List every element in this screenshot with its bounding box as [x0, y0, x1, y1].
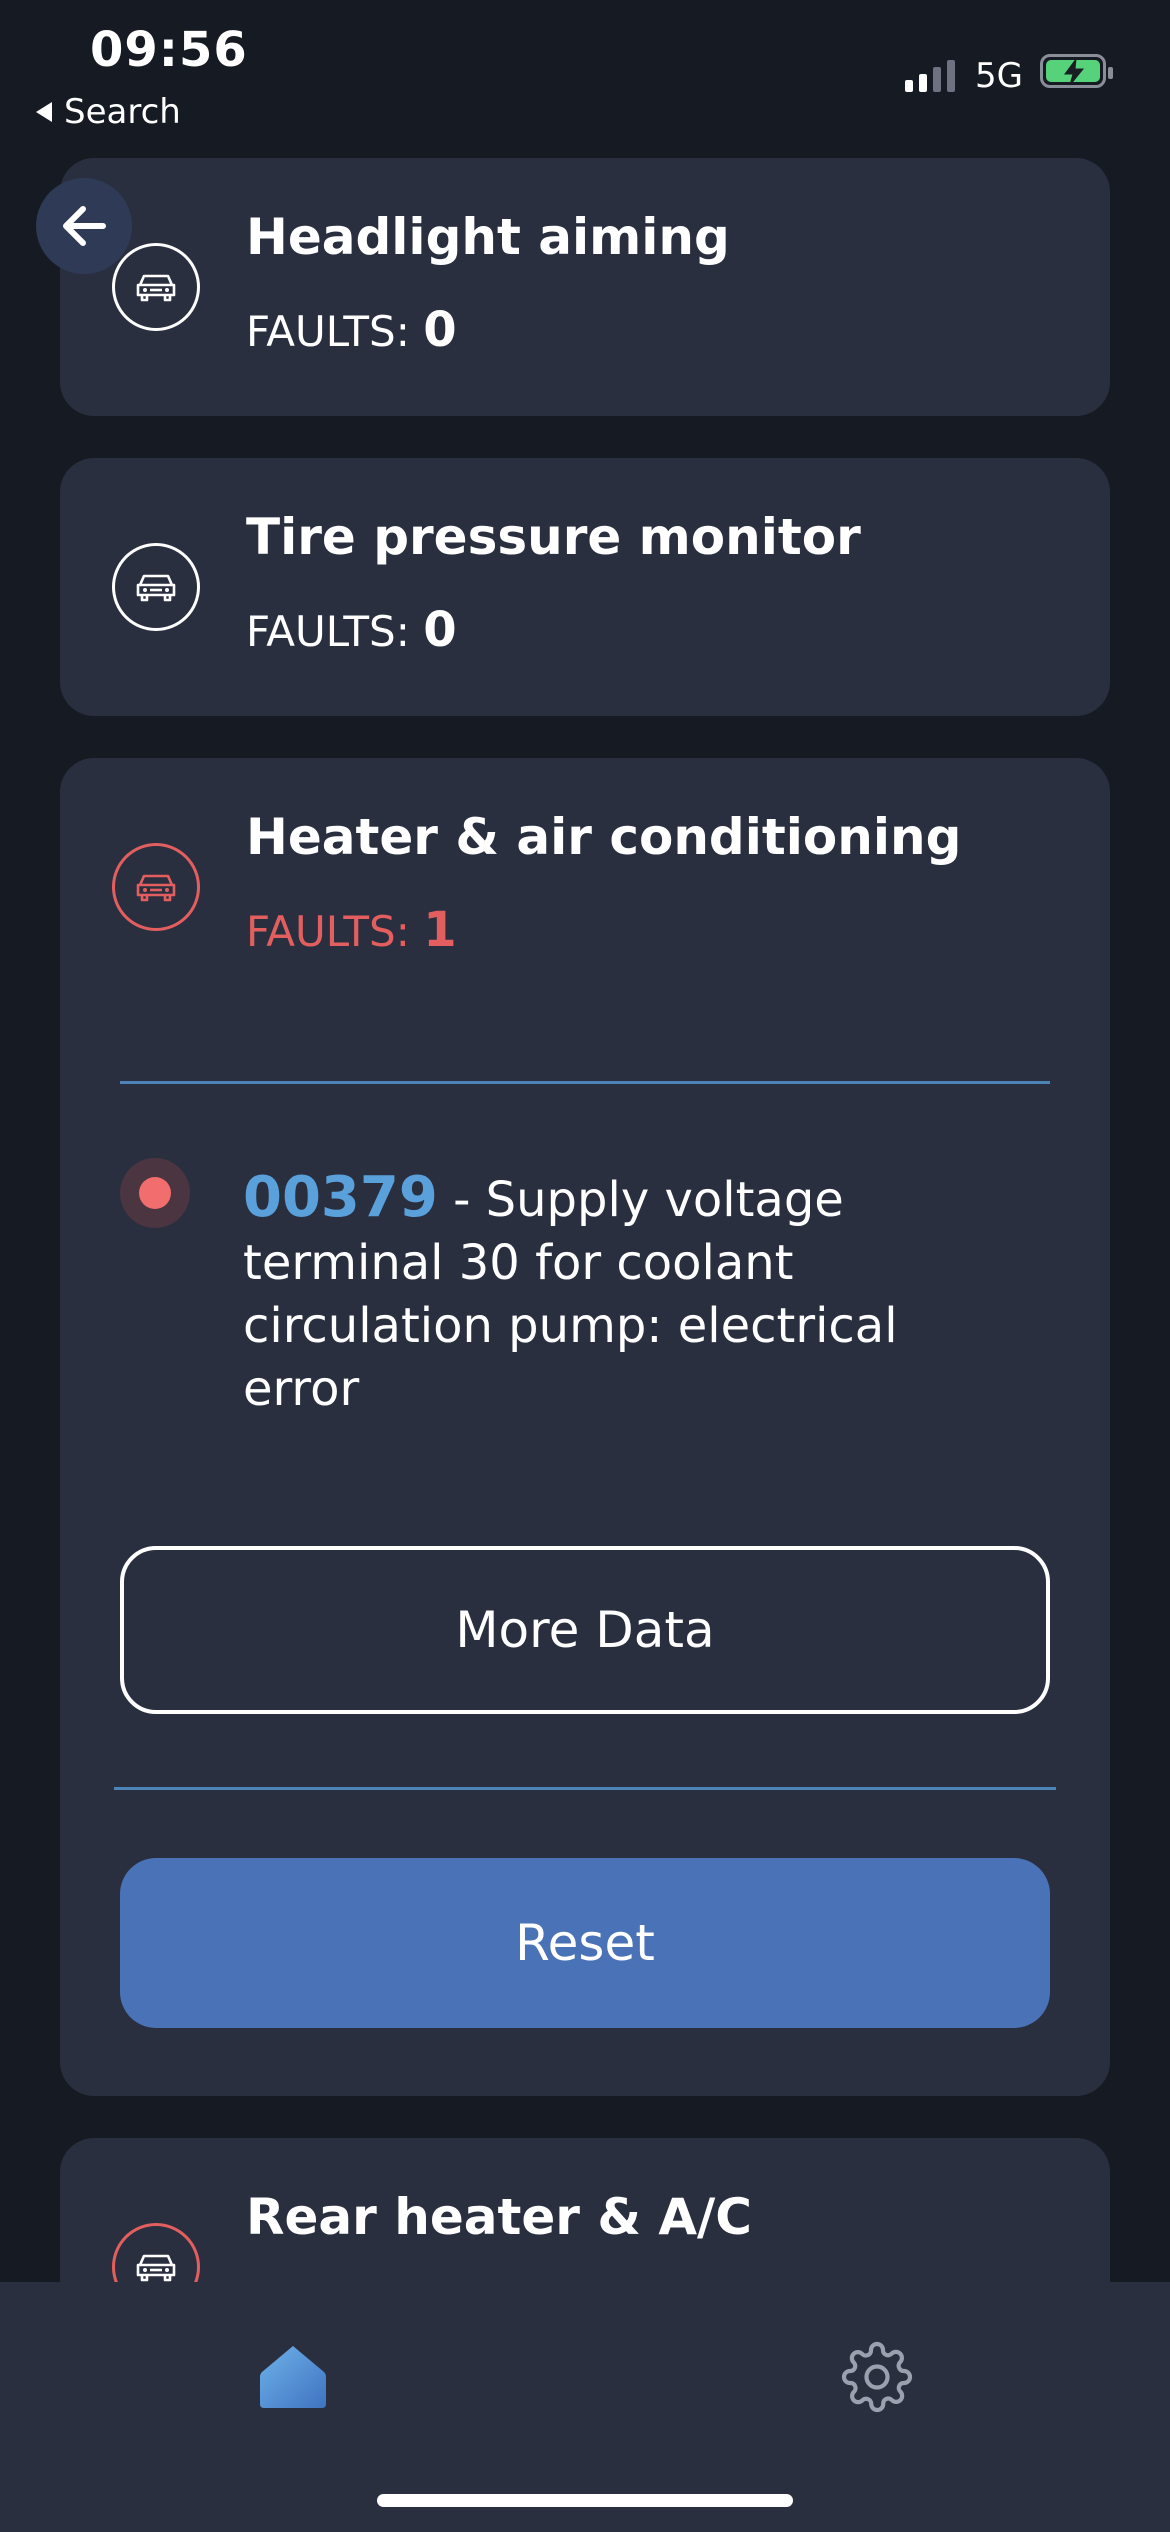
divider [120, 1081, 1050, 1084]
divider [114, 1787, 1056, 1790]
reset-button[interactable]: Reset [120, 1858, 1050, 2028]
faults-count: 0 [423, 602, 457, 658]
card-title: Headlight aiming [246, 208, 730, 266]
faults-count: 1 [423, 902, 457, 958]
status-bar: 09:56 Search 5G [0, 0, 1170, 150]
arrow-left-icon [63, 206, 106, 246]
card-title: Tire pressure monitor [246, 508, 861, 566]
back-to-app-label: Search [64, 92, 181, 132]
module-card-tire-pressure[interactable]: Tire pressure monitor FAULTS: 0 [60, 458, 1110, 716]
back-triangle-icon [36, 102, 52, 122]
car-icon [112, 543, 200, 631]
home-indicator[interactable] [377, 2494, 793, 2507]
status-time: 09:56 [90, 22, 248, 78]
car-icon [112, 243, 200, 331]
faults-label: FAULTS: [246, 607, 410, 656]
battery-icon [1040, 54, 1113, 88]
module-card-headlight-aiming[interactable]: Headlight aiming FAULTS: 0 [60, 158, 1110, 416]
fault-entry: 00379 - Supply voltage terminal 30 for c… [243, 1166, 1003, 1421]
fault-status-dot [120, 1158, 190, 1228]
cellular-signal-icon [905, 58, 955, 92]
faults-label: FAULTS: [246, 907, 410, 956]
gear-icon [841, 2341, 913, 2413]
car-icon [112, 843, 200, 931]
home-icon [260, 2346, 326, 2408]
back-to-app-link[interactable]: Search [36, 92, 181, 132]
fault-code: 00379 [243, 1165, 438, 1230]
back-button[interactable] [36, 178, 132, 274]
fault-count-row: FAULTS: 1 [246, 902, 457, 958]
fault-count-row: FAULTS: 0 [246, 302, 457, 358]
faults-count: 0 [423, 302, 457, 358]
tab-settings[interactable] [817, 2322, 937, 2432]
more-data-button[interactable]: More Data [120, 1546, 1050, 1714]
tab-home[interactable] [233, 2322, 353, 2432]
card-title: Rear heater & A/C [246, 2188, 753, 2246]
faults-label: FAULTS: [246, 307, 410, 356]
card-title[interactable]: Heater & air conditioning [246, 808, 961, 866]
fault-count-row: FAULTS: 0 [246, 602, 457, 658]
module-card-heater-ac: Heater & air conditioning FAULTS: 1 0037… [60, 758, 1110, 2096]
network-type: 5G [975, 56, 1023, 96]
